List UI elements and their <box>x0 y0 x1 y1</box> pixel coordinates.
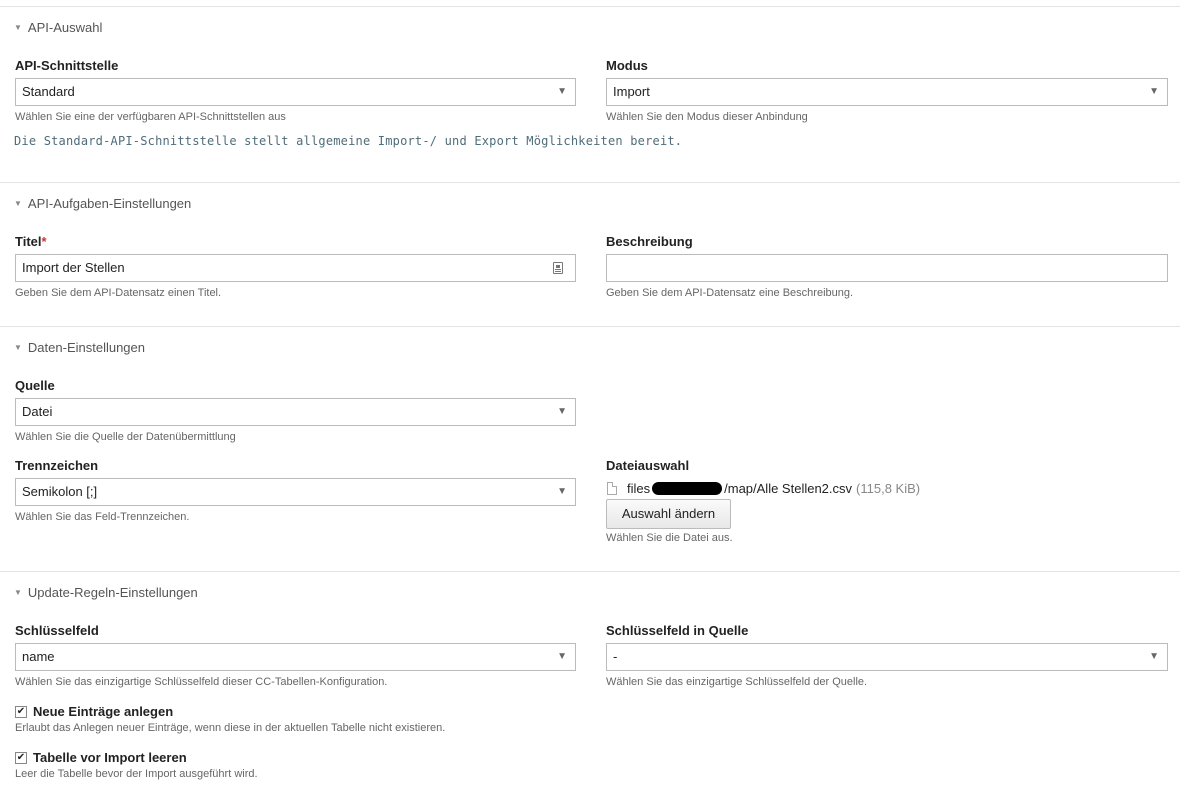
quelle-help: Wählen Sie die Quelle der Datenübermittl… <box>15 431 236 443</box>
input-value: Import der Stellen <box>22 260 125 275</box>
tabelle-leeren-help: Leer die Tabelle bevor der Import ausgef… <box>15 768 258 780</box>
beschreibung-help: Geben Sie dem API-Datensatz eine Beschre… <box>606 287 854 299</box>
titel-label: Titel* <box>15 234 47 249</box>
checkmark-icon: ✔ <box>16 752 26 763</box>
neue-eintraege-checkbox[interactable]: ✔ <box>15 706 27 718</box>
section-divider <box>0 326 1180 327</box>
trennzeichen-select[interactable]: Semikolon [;] ▼ <box>15 478 576 506</box>
section-title: API-Auswahl <box>27 20 103 35</box>
section-title: Update-Regeln-Einstellungen <box>27 585 198 600</box>
schluesselfeld-quelle-label: Schlüsselfeld in Quelle <box>606 623 749 638</box>
quelle-select[interactable]: Datei ▼ <box>15 398 576 426</box>
required-marker: * <box>41 234 47 249</box>
neue-eintraege-label[interactable]: Neue Einträge anlegen <box>33 704 173 719</box>
neue-eintraege-help: Erlaubt das Anlegen neuer Einträge, wenn… <box>15 722 446 734</box>
selected-file: files/map/Alle Stellen2.csv (115,8 KiB) <box>607 479 920 497</box>
file-path-prefix: files <box>627 480 651 496</box>
beschreibung-input[interactable] <box>606 254 1168 282</box>
titel-label-text: Titel <box>15 234 42 249</box>
collapse-triangle-icon: ▼ <box>14 199 22 208</box>
dropdown-arrow-icon: ▼ <box>557 86 567 97</box>
dropdown-arrow-icon: ▼ <box>1149 86 1159 97</box>
select-value: Standard <box>22 84 75 99</box>
section-divider <box>0 182 1180 183</box>
modus-help: Wählen Sie den Modus dieser Anbindung <box>606 111 808 123</box>
section-header-aufgaben[interactable]: ▼ API-Aufgaben-Einstellungen <box>14 196 191 211</box>
redaction-mark <box>652 481 723 495</box>
tabelle-leeren-label[interactable]: Tabelle vor Import leeren <box>33 750 187 765</box>
file-icon <box>607 481 617 495</box>
schluesselfeld-help: Wählen Sie das einzigartige Schlüsselfel… <box>15 676 388 688</box>
titel-help: Geben Sie dem API-Datensatz einen Titel. <box>15 287 222 299</box>
contact-card-icon[interactable] <box>553 262 563 274</box>
dropdown-arrow-icon: ▼ <box>1149 651 1159 662</box>
api-schnittstelle-select[interactable]: Standard ▼ <box>15 78 576 106</box>
file-path-suffix: /map/Alle Stellen2.csv <box>724 480 853 496</box>
auswahl-aendern-button[interactable]: Auswahl ändern <box>606 499 731 529</box>
select-value: Import <box>613 84 650 99</box>
collapse-triangle-icon: ▼ <box>14 588 22 597</box>
section-title: API-Aufgaben-Einstellungen <box>27 196 192 211</box>
dropdown-arrow-icon: ▼ <box>557 651 567 662</box>
select-value: Datei <box>22 404 53 419</box>
tabelle-leeren-checkbox[interactable]: ✔ <box>15 752 27 764</box>
titel-input[interactable]: Import der Stellen <box>15 254 576 282</box>
schluesselfeld-quelle-select[interactable]: - ▼ <box>606 643 1168 671</box>
quelle-label: Quelle <box>15 378 55 393</box>
collapse-triangle-icon: ▼ <box>14 343 22 352</box>
section-header-daten[interactable]: ▼ Daten-Einstellungen <box>14 340 145 355</box>
modus-select[interactable]: Import ▼ <box>606 78 1168 106</box>
select-value: Semikolon [;] <box>22 484 98 499</box>
collapse-triangle-icon: ▼ <box>14 23 22 32</box>
api-schnittstelle-label: API-Schnittstelle <box>15 58 119 73</box>
dropdown-arrow-icon: ▼ <box>557 486 567 497</box>
api-description: Die Standard-API-Schnittstelle stellt al… <box>14 134 683 148</box>
schluesselfeld-quelle-help: Wählen Sie das einzigartige Schlüsselfel… <box>606 676 868 688</box>
schluesselfeld-label: Schlüsselfeld <box>15 623 99 638</box>
checkmark-icon: ✔ <box>16 706 26 717</box>
dropdown-arrow-icon: ▼ <box>557 406 567 417</box>
file-size: (115,8 KiB) <box>856 480 921 496</box>
dateiauswahl-help: Wählen Sie die Datei aus. <box>606 532 733 544</box>
trennzeichen-help: Wählen Sie das Feld-Trennzeichen. <box>15 511 190 523</box>
beschreibung-label: Beschreibung <box>606 234 693 249</box>
select-value: - <box>613 649 618 664</box>
schluesselfeld-select[interactable]: name ▼ <box>15 643 576 671</box>
api-schnittstelle-help: Wählen Sie eine der verfügbaren API-Schn… <box>15 111 286 123</box>
dateiauswahl-label: Dateiauswahl <box>606 458 690 473</box>
section-title: Daten-Einstellungen <box>27 340 145 355</box>
trennzeichen-label: Trennzeichen <box>15 458 99 473</box>
top-divider <box>0 6 1180 7</box>
select-value: name <box>22 649 55 664</box>
section-divider <box>0 571 1180 572</box>
modus-label: Modus <box>606 58 648 73</box>
section-header-update[interactable]: ▼ Update-Regeln-Einstellungen <box>14 585 198 600</box>
section-header-api-auswahl[interactable]: ▼ API-Auswahl <box>14 20 102 35</box>
